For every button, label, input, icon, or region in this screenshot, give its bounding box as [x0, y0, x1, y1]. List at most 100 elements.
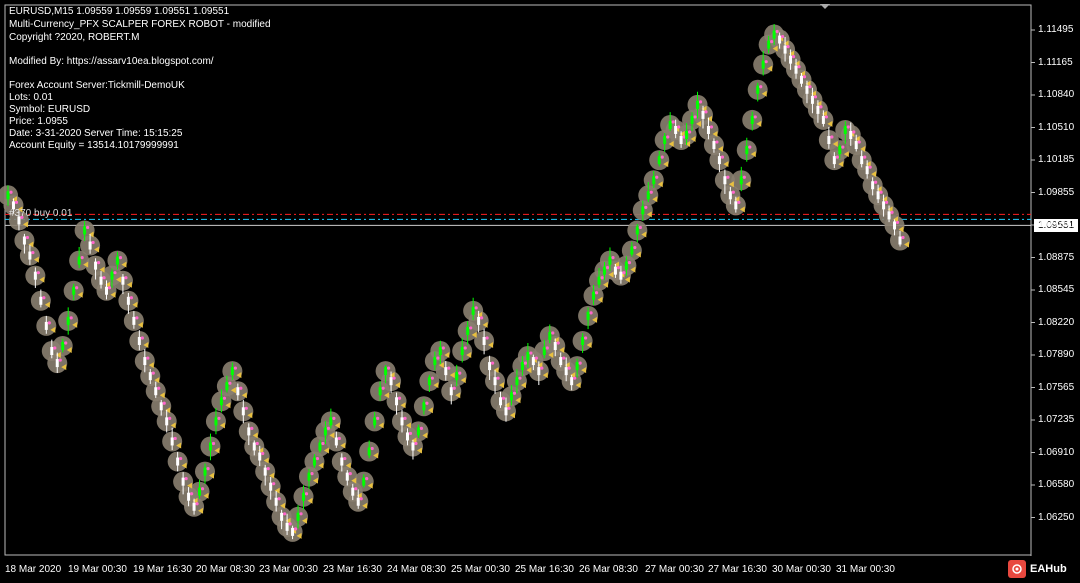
candle-body — [515, 377, 519, 386]
price-axis-label: 1.06580 — [1038, 479, 1075, 490]
signal-dot — [841, 145, 845, 149]
signal-dot — [168, 416, 172, 420]
candle-body — [302, 492, 306, 501]
candle-body — [433, 357, 437, 366]
signal-dot — [255, 441, 259, 446]
candle-body — [783, 45, 787, 54]
signal-dot — [660, 155, 664, 159]
signal-dot — [573, 376, 577, 380]
signal-dot — [879, 190, 883, 194]
date-axis-label: 26 Mar 08:30 — [579, 564, 638, 575]
signal-dot — [124, 276, 128, 280]
candle-body — [499, 397, 503, 406]
candle-body — [843, 125, 847, 134]
price-axis-label: 1.07565 — [1038, 381, 1075, 393]
candle-body — [564, 367, 568, 376]
signal-dot — [594, 291, 599, 295]
signal-dot — [436, 356, 440, 360]
candle-body — [624, 261, 628, 270]
candle-body — [126, 296, 130, 305]
candle-body — [531, 357, 535, 366]
signal-dot — [31, 250, 35, 255]
candle-body — [832, 156, 836, 165]
candle-body — [827, 136, 831, 145]
signal-dot — [846, 125, 850, 129]
signal-dot — [162, 401, 166, 405]
signal-dot — [611, 255, 615, 260]
candle-body — [77, 256, 81, 265]
candle-body — [345, 472, 349, 481]
candle-body — [657, 156, 661, 165]
signal-dot — [370, 446, 374, 451]
open-order-label[interactable]: #370 buy 0.01 — [9, 208, 72, 219]
signal-dot — [9, 190, 13, 194]
symbol-line: Symbol: EURUSD — [9, 104, 91, 115]
signal-dot — [726, 175, 730, 179]
chart-shift-marker-icon[interactable] — [820, 4, 830, 9]
candle-body — [378, 387, 382, 396]
signal-dot — [709, 125, 714, 129]
signal-dot — [469, 326, 473, 330]
candle-body — [176, 457, 180, 466]
candle-body — [291, 527, 295, 536]
signal-dot — [480, 316, 484, 320]
candle-body — [690, 115, 694, 124]
signal-dot — [195, 502, 199, 506]
candle-body — [849, 130, 853, 139]
signal-dot — [348, 472, 352, 476]
candle-body — [542, 347, 546, 356]
signal-dot — [179, 456, 183, 461]
price-axis-label: 1.10840 — [1038, 89, 1075, 100]
candle-body — [635, 226, 639, 235]
signal-dot — [283, 512, 287, 516]
chart-window[interactable]: EURUSD,M15 1.09559 1.09559 1.09551 1.095… — [0, 0, 1080, 583]
candle-body — [22, 236, 26, 245]
candle-body — [405, 432, 409, 441]
candle-body — [728, 191, 732, 200]
price-axis-label: 1.10510 — [1038, 121, 1075, 133]
symbol-ohlc-line: EURUSD,M15 1.09559 1.09559 1.09551 1.095… — [9, 6, 230, 17]
account-server-line: Forex Account Server:Tickmill-DemoUK — [9, 80, 185, 91]
signal-dot — [808, 85, 812, 89]
candle-body — [898, 236, 902, 245]
candle-body — [619, 271, 623, 280]
price-axis-label: 1.08875 — [1038, 251, 1075, 263]
candle-body — [553, 341, 557, 350]
candle-body — [296, 512, 300, 521]
signal-dot — [584, 336, 588, 340]
candle-body — [148, 372, 152, 381]
price-axis-label: 1.06250 — [1038, 511, 1075, 523]
signal-dot — [677, 125, 681, 129]
candle-body — [83, 226, 87, 235]
date-axis-label: 30 Mar 00:30 — [772, 564, 831, 575]
signal-dot — [616, 266, 621, 270]
candle-body — [712, 141, 716, 150]
price-axis-label: 1.11165 — [1038, 56, 1073, 68]
date-axis-label: 19 Mar 00:30 — [68, 564, 127, 575]
candle-body — [411, 442, 415, 451]
candle-body — [115, 256, 119, 265]
candle-body — [143, 357, 147, 366]
signal-dot — [638, 225, 642, 230]
signal-dot — [343, 456, 347, 461]
price-axis-label: 1.10185 — [1038, 154, 1075, 165]
signal-dot — [157, 386, 161, 390]
candle-body — [586, 311, 590, 320]
candle-body — [61, 341, 65, 350]
signal-dot — [36, 271, 40, 275]
signal-dot — [534, 356, 538, 360]
candle-body — [750, 115, 754, 124]
signal-dot — [129, 296, 133, 300]
signal-dot — [58, 358, 62, 362]
candle-body — [170, 437, 174, 446]
signal-dot — [299, 512, 303, 516]
candle-body — [28, 251, 32, 260]
signal-dot — [53, 346, 57, 350]
signal-dot — [786, 44, 790, 49]
candle-body — [384, 367, 388, 376]
candle-body — [723, 176, 727, 185]
candle-body — [482, 336, 486, 345]
candle-body — [132, 316, 136, 325]
signal-dot — [512, 391, 517, 395]
candle-body — [685, 130, 689, 139]
